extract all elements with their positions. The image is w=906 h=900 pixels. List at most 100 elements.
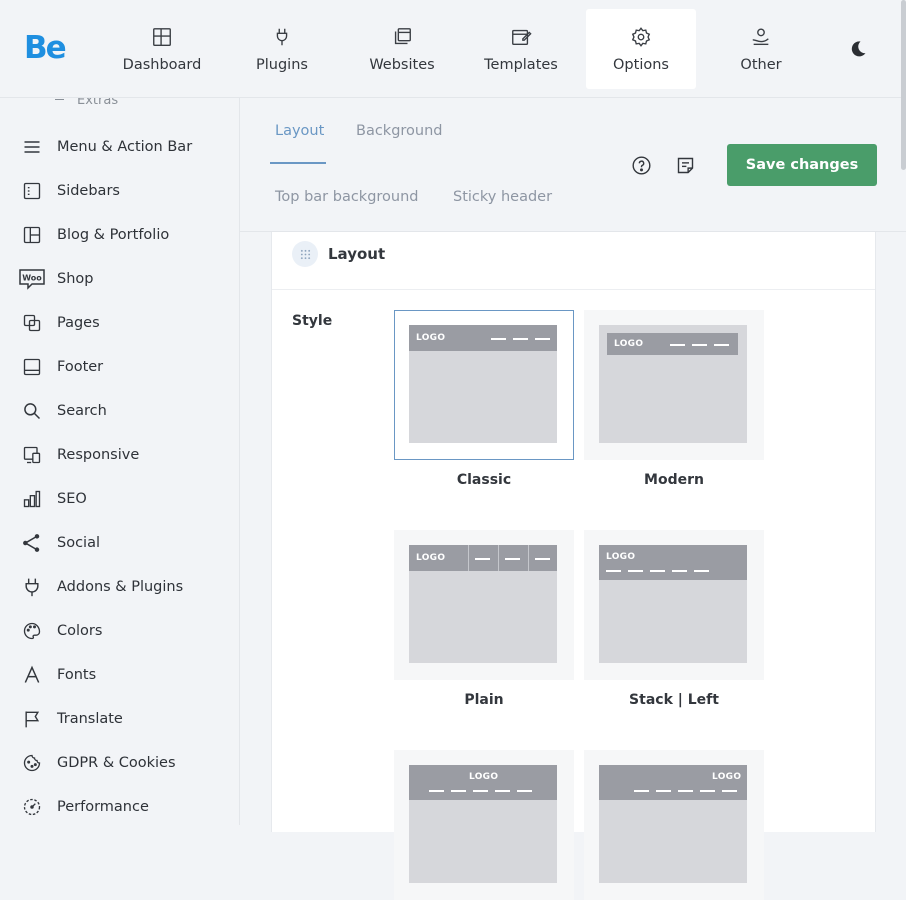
seo-icon — [21, 488, 43, 510]
font-icon — [21, 664, 43, 686]
layout-option-plain[interactable]: LOGO — [394, 530, 574, 680]
sidebar-item-sidebars[interactable]: Sidebars — [0, 171, 239, 211]
moon-icon[interactable] — [848, 39, 868, 59]
tab-top-bar-background[interactable]: Top bar background — [275, 189, 419, 205]
preview-logo: LOGO — [469, 772, 499, 782]
tab-background[interactable]: Background — [356, 123, 443, 139]
plug-icon — [21, 576, 43, 598]
layout-preview: LOGO — [409, 545, 557, 663]
sidebar-item-menu-action-bar[interactable]: Menu & Action Bar — [0, 127, 239, 167]
sidebar-item-responsive[interactable]: Responsive — [0, 435, 239, 475]
layout-panel: Layout Style LOGO Classic LOGO Modern LO… — [271, 232, 876, 900]
sidebar-item-gdpr-cookies[interactable]: GDPR & Cookies — [0, 743, 239, 783]
sidebar-item-label: Sidebars — [57, 183, 120, 199]
layout-option-stack-left[interactable]: LOGO — [584, 530, 764, 680]
plug-icon — [276, 28, 288, 46]
sidebar-item-addons-plugins[interactable]: Addons & Plugins — [0, 567, 239, 607]
notes-button[interactable] — [672, 152, 698, 178]
preview-header-bar — [599, 765, 747, 800]
sidebar-item-extras[interactable]: Extras — [55, 98, 118, 108]
preview-logo: LOGO — [416, 333, 446, 343]
sidebar-item-label: Social — [57, 535, 100, 551]
nav-websites-label: Websites — [369, 57, 435, 73]
preview-logo: LOGO — [614, 339, 644, 349]
preview-logo: LOGO — [416, 553, 446, 563]
nav-plugins-label: Plugins — [256, 57, 308, 73]
flag-icon — [21, 708, 43, 730]
sidebar-item-extras-label: Extras — [77, 98, 119, 108]
sidebar-item-label: Translate — [57, 711, 123, 727]
page-scrollbar[interactable] — [901, 0, 906, 170]
layout-preview: LOGO — [599, 765, 747, 883]
panel-title: Layout — [328, 245, 386, 263]
dashboard-icon — [153, 28, 171, 46]
app-logo[interactable]: Be — [24, 30, 67, 66]
nav-plugins[interactable]: Plugins — [227, 9, 337, 89]
nav-other[interactable]: Other — [706, 9, 816, 89]
user-hand-icon — [752, 28, 769, 46]
nav-dashboard-label: Dashboard — [122, 57, 202, 73]
sidebar-item-performance[interactable]: Performance — [0, 787, 239, 825]
cookie-icon — [21, 752, 43, 774]
layout-option-caption: Plain — [464, 692, 504, 708]
palette-icon — [21, 620, 43, 642]
sidebar-item-search[interactable]: Search — [0, 391, 239, 431]
layout-preview: LOGO — [599, 325, 747, 443]
extras-dash — [55, 99, 64, 100]
panel-header: Layout — [272, 232, 875, 290]
help-button[interactable] — [628, 152, 654, 178]
layout-option-caption: Classic — [456, 472, 512, 488]
sidebar-item-label: Search — [57, 403, 107, 419]
layout-option-classic[interactable]: LOGO — [394, 310, 574, 460]
sidebar-item-seo[interactable]: SEO — [0, 479, 239, 519]
sidebar-item-pages[interactable]: Pages — [0, 303, 239, 343]
blog-icon — [21, 224, 43, 246]
nav-options[interactable]: Options — [586, 9, 696, 89]
layout-option-stack-center[interactable]: LOGO — [394, 750, 574, 900]
style-label: Style — [292, 313, 333, 329]
help-icon — [631, 155, 651, 175]
nav-options-label: Options — [613, 57, 669, 73]
sidebar-item-label: Pages — [57, 315, 100, 331]
sidebar-item-label: SEO — [57, 491, 87, 507]
gear-icon — [631, 27, 651, 47]
nav-other-label: Other — [740, 57, 782, 73]
preview-logo: LOGO — [712, 772, 742, 782]
save-changes-button[interactable]: Save changes — [727, 144, 877, 186]
preview-header-bar — [409, 765, 557, 800]
sidebar-item-shop[interactable]: Woo Shop — [0, 259, 239, 299]
responsive-icon — [21, 444, 43, 466]
sidebar: Extras Menu & Action Bar Sidebars Blog &… — [0, 98, 240, 825]
active-tab-indicator — [270, 162, 326, 164]
layout-option-modern[interactable]: LOGO — [584, 310, 764, 460]
templates-icon — [512, 29, 532, 46]
sidebar-item-label: Addons & Plugins — [57, 579, 184, 595]
layout-preview: LOGO — [409, 765, 557, 883]
layout-option-stack-right[interactable]: LOGO — [584, 750, 764, 900]
sidebar-item-social[interactable]: Social — [0, 523, 239, 563]
drag-handle-icon[interactable] — [292, 241, 318, 267]
layout-preview: LOGO — [599, 545, 747, 663]
sidebar-item-fonts[interactable]: Fonts — [0, 655, 239, 695]
sidebar-item-label: Colors — [57, 623, 103, 639]
footer-icon — [21, 356, 43, 378]
sidebar-item-blog-portfolio[interactable]: Blog & Portfolio — [0, 215, 239, 255]
sidebar-icon — [21, 180, 43, 202]
sidebar-item-colors[interactable]: Colors — [0, 611, 239, 651]
options-header: Layout Background Top bar background Sti… — [240, 98, 906, 232]
layout-option-caption: Stack | Left — [629, 692, 719, 708]
notes-icon — [677, 157, 693, 173]
tab-sticky-header[interactable]: Sticky header — [453, 189, 552, 205]
tab-layout[interactable]: Layout — [275, 123, 324, 139]
search-icon — [21, 400, 43, 422]
sidebar-item-translate[interactable]: Translate — [0, 699, 239, 739]
sidebar-item-footer[interactable]: Footer — [0, 347, 239, 387]
sidebar-item-label: Shop — [57, 271, 94, 287]
pages-icon — [21, 312, 43, 334]
sidebar-item-label: Fonts — [57, 667, 97, 683]
nav-templates[interactable]: Templates — [466, 9, 576, 89]
woo-icon: Woo — [18, 268, 46, 290]
nav-dashboard[interactable]: Dashboard — [107, 9, 217, 89]
websites-icon — [394, 28, 411, 45]
nav-websites[interactable]: Websites — [347, 9, 457, 89]
